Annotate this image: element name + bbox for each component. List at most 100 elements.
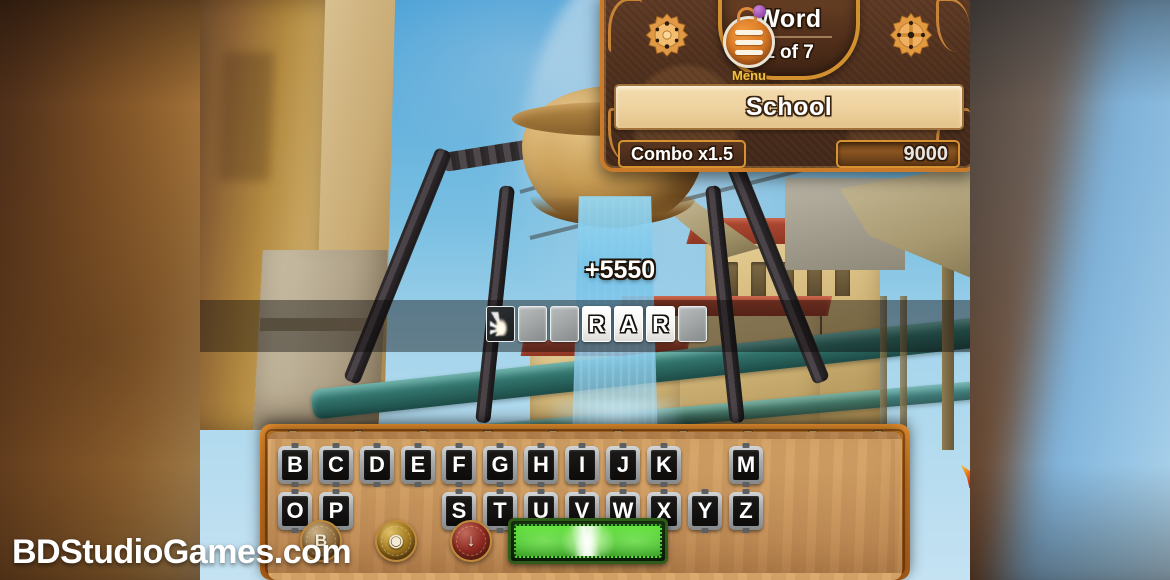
key-h[interactable]: H [524, 443, 558, 487]
key-nub [332, 443, 340, 448]
game-viewport: +5550 RAR B C D E F G H I J K M O P S T … [200, 0, 970, 580]
combo-text: Combo x1.5 [631, 143, 734, 164]
powerup-glyph: ◉ [388, 531, 404, 550]
key-label: J [616, 452, 630, 477]
key-d[interactable]: D [360, 443, 394, 487]
menu-bar-line [735, 29, 763, 35]
key-slot-empty [688, 446, 722, 484]
energy-meter[interactable] [508, 518, 668, 564]
key-nub [578, 489, 586, 494]
hint-powerup[interactable]: ↓ [450, 520, 492, 562]
key-nub [619, 443, 627, 448]
key-nub [414, 482, 422, 487]
key-face: G [487, 450, 513, 480]
word-tile-bonus [486, 306, 515, 342]
key-b[interactable]: B [278, 443, 312, 487]
combo-multiplier: Combo x1.5 [618, 140, 747, 168]
word-tile-empty [678, 306, 707, 342]
key-nub [660, 489, 668, 494]
key-e[interactable]: E [401, 443, 435, 487]
key-y[interactable]: Y [688, 489, 722, 533]
coin-powerup[interactable]: ◉ [375, 520, 417, 562]
flourish-ornament [608, 0, 642, 52]
flourish-ornament [936, 0, 970, 52]
key-nub [578, 443, 586, 448]
key-nub [537, 489, 545, 494]
key-face: E [405, 450, 431, 480]
key-i[interactable]: I [565, 443, 599, 487]
key-label: Y [697, 498, 713, 523]
key-nub [742, 489, 750, 494]
key-face: Z [733, 496, 759, 526]
menu-bar-line [735, 39, 763, 45]
score-display: 9000 [836, 140, 960, 168]
key-label: D [369, 452, 385, 477]
game-screen: +5550 RAR B C D E F G H I J K M O P S T … [0, 0, 1170, 580]
key-label: H [533, 452, 549, 477]
gear-icon [645, 13, 689, 57]
key-face: M [733, 450, 759, 480]
site-watermark: BDStudioGames.com [12, 533, 352, 571]
word-tile-letter: R [588, 310, 605, 337]
key-label: S [451, 498, 467, 523]
key-m[interactable]: M [729, 443, 763, 487]
key-nub [619, 482, 627, 487]
key-label: E [410, 452, 426, 477]
word-tile-filled: A [614, 306, 643, 342]
word-tile-letter: R [652, 310, 669, 337]
key-nub [291, 443, 299, 448]
word-tile-empty [550, 306, 579, 342]
key-label: M [736, 452, 756, 477]
key-nub [742, 443, 750, 448]
key-nub [373, 443, 381, 448]
key-nub [455, 489, 463, 494]
key-nub [291, 489, 299, 494]
key-face: J [610, 450, 636, 480]
energy-meter-fill [514, 524, 662, 558]
key-nub [455, 443, 463, 448]
word-tile-empty [518, 306, 547, 342]
menu-bar-line [735, 49, 763, 55]
key-label: Z [739, 498, 753, 523]
clue-bar: School [614, 84, 964, 130]
key-nub [332, 482, 340, 487]
key-label: C [328, 452, 344, 477]
hamburger-menu-icon[interactable] [723, 16, 775, 68]
word-tile-letter: A [620, 310, 637, 337]
key-nub [660, 443, 668, 448]
gear-icon [889, 12, 933, 58]
key-nub [373, 482, 381, 487]
key-nub [496, 443, 504, 448]
floating-score-popup: +5550 [585, 256, 656, 284]
key-nub [742, 528, 750, 533]
key-label: F [452, 452, 466, 477]
key-nub [742, 482, 750, 487]
key-label: B [287, 452, 303, 477]
key-nub [660, 482, 668, 487]
key-label: P [328, 498, 344, 523]
stats-row: Combo x1.5 9000 [618, 140, 960, 168]
key-face: I [569, 450, 595, 480]
key-nub [414, 443, 422, 448]
key-k[interactable]: K [647, 443, 681, 487]
key-nub [701, 528, 709, 533]
key-face: B [282, 450, 308, 480]
menu-button[interactable]: Menu [723, 5, 775, 83]
key-j[interactable]: J [606, 443, 640, 487]
sparkle-bonus-icon [489, 312, 512, 336]
key-label: I [578, 452, 586, 477]
word-tile-filled: R [582, 306, 611, 342]
key-face: C [323, 450, 349, 480]
key-z[interactable]: Z [729, 489, 763, 533]
key-nub [537, 482, 545, 487]
key-f[interactable]: F [442, 443, 476, 487]
key-nub [537, 443, 545, 448]
key-nub [619, 489, 627, 494]
key-face: F [446, 450, 472, 480]
key-label: O [286, 498, 304, 523]
background-window [751, 262, 766, 296]
key-g[interactable]: G [483, 443, 517, 487]
key-face: Y [692, 496, 718, 526]
key-c[interactable]: C [319, 443, 353, 487]
clue-text: School [745, 92, 833, 121]
